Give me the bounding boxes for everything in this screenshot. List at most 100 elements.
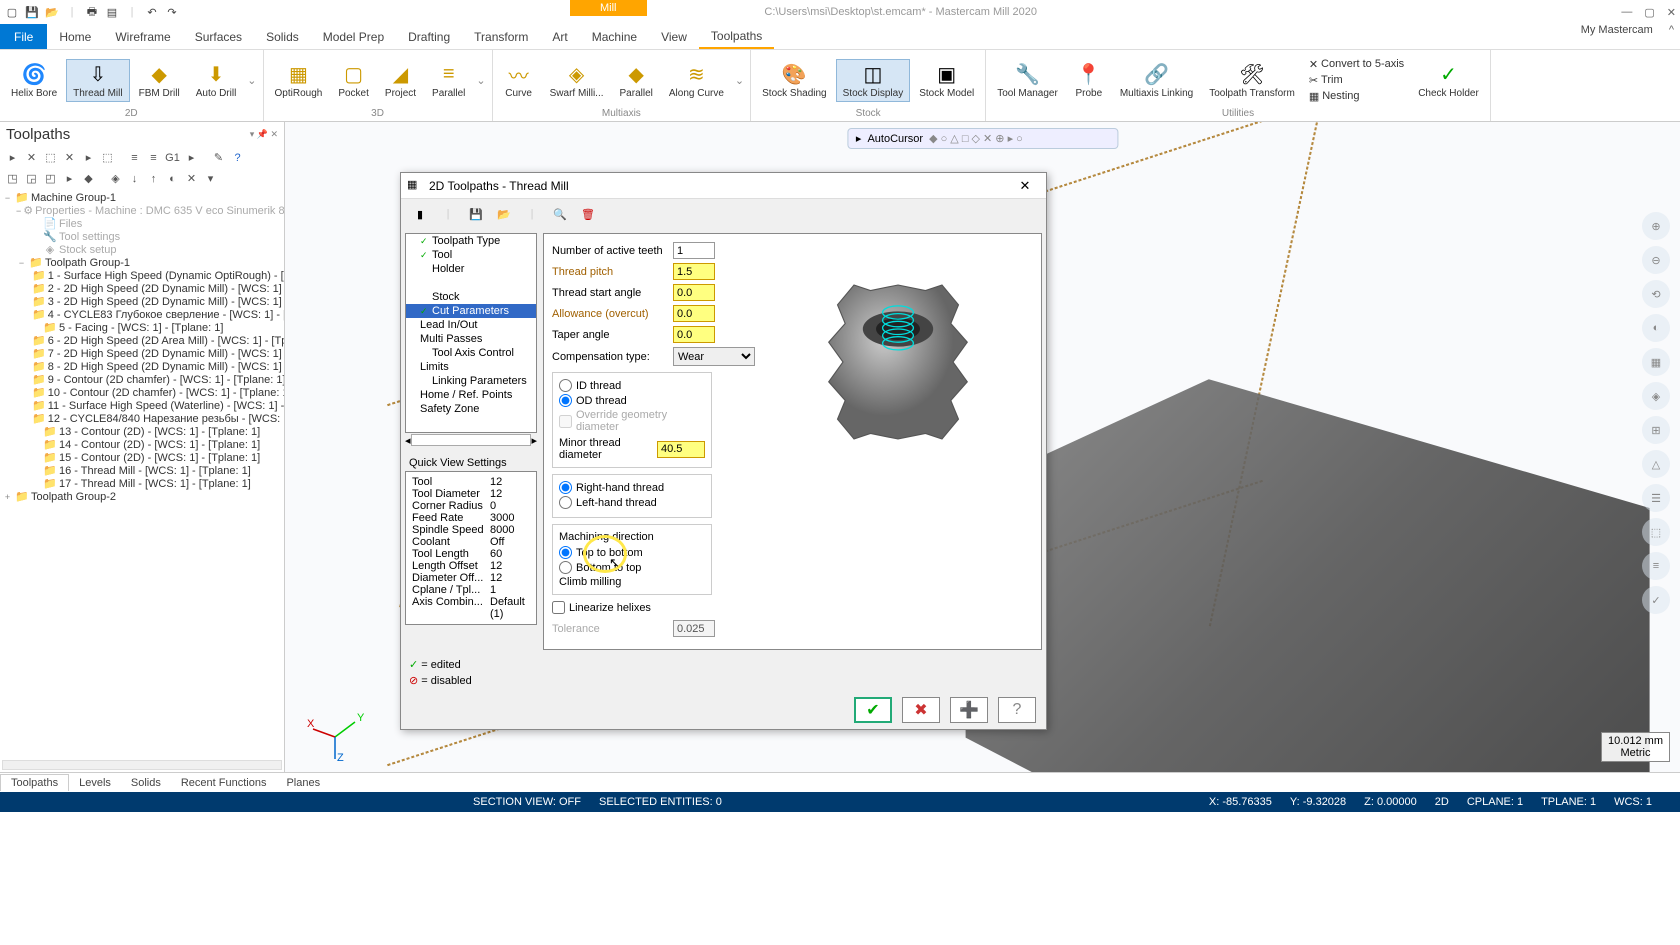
- rbtn-parallel-mx[interactable]: ◆Parallel: [613, 59, 660, 102]
- tree-row[interactable]: ◈Stock setup: [2, 243, 282, 256]
- status-tplane[interactable]: TPLANE: 1: [1541, 796, 1596, 808]
- dlg-tree-item[interactable]: ✓Tool: [406, 248, 536, 262]
- dialog-add-button[interactable]: ➕: [950, 697, 988, 723]
- rbtn-parallel-3d[interactable]: ≡Parallel: [425, 59, 472, 102]
- rbtn-along-curve[interactable]: ≋Along Curve: [662, 59, 731, 102]
- tree-row[interactable]: 📁5 - Facing - [WCS: 1] - [Tplane: 1]: [2, 321, 282, 334]
- btab-planes[interactable]: Planes: [276, 775, 330, 791]
- tab-wireframe[interactable]: Wireframe: [103, 24, 182, 49]
- btab-solids[interactable]: Solids: [121, 775, 171, 791]
- rbtn-check-holder[interactable]: ✓Check Holder: [1411, 59, 1486, 102]
- btab-levels[interactable]: Levels: [69, 775, 121, 791]
- dlg-tree-item[interactable]: Lead In/Out: [406, 318, 536, 332]
- rbtn-auto-drill[interactable]: ⬇Auto Drill: [189, 59, 244, 102]
- dlg-tree-item[interactable]: Planes: [406, 430, 536, 433]
- dlg-tree-item[interactable]: Home / Ref. Points: [406, 388, 536, 402]
- tree-row[interactable]: 📁6 - 2D High Speed (2D Area Mill) - [WCS…: [2, 334, 282, 347]
- dlg-tree-item[interactable]: ✓Cut Parameters: [406, 304, 536, 318]
- tab-modelprep[interactable]: Model Prep: [311, 24, 396, 49]
- dlg-tree-item[interactable]: Stock: [406, 290, 536, 304]
- dialog-cancel-button[interactable]: ✖: [902, 697, 940, 723]
- dtb-save-icon[interactable]: 💾: [465, 203, 487, 225]
- maximize-icon[interactable]: ▢: [1644, 6, 1654, 19]
- tree-row[interactable]: 🔧Tool settings: [2, 230, 282, 243]
- ribbon-help-icon[interactable]: ^: [1663, 24, 1680, 49]
- tree-row[interactable]: 📁10 - Contour (2D chamfer) - [WCS: 1] - …: [2, 386, 282, 399]
- tree-row[interactable]: 📁4 - CYCLE83 Глубокое сверление - [WCS: …: [2, 308, 282, 321]
- tree-row[interactable]: 📁15 - Contour (2D) - [WCS: 1] - [Tplane:…: [2, 451, 282, 464]
- input-minor-diameter[interactable]: [657, 441, 705, 458]
- tab-art[interactable]: Art: [540, 24, 579, 49]
- save-icon[interactable]: 💾: [24, 4, 40, 20]
- tree-hscroll[interactable]: [2, 760, 282, 770]
- rbtn-fbm-drill[interactable]: ◆FBM Drill: [132, 59, 187, 102]
- rbtn-tool-manager[interactable]: 🔧Tool Manager: [990, 59, 1065, 102]
- my-mastercam[interactable]: My Mastercam: [1571, 24, 1663, 49]
- input-taper[interactable]: [673, 326, 715, 343]
- toolpaths-tree[interactable]: −📁Machine Group-1−⚙Properties - Machine …: [0, 189, 284, 758]
- rbtn-pocket[interactable]: ▢Pocket: [331, 59, 376, 102]
- rbtn-optirough[interactable]: ▦OptiRough: [268, 59, 330, 102]
- radio-right-hand[interactable]: [559, 481, 572, 494]
- dtb-zoom-icon[interactable]: 🔍: [549, 203, 571, 225]
- rbtn-stock-display[interactable]: ◫Stock Display: [836, 59, 911, 102]
- input-pitch[interactable]: [673, 263, 715, 280]
- rbtn-multiaxis-linking[interactable]: 🔗Multiaxis Linking: [1113, 59, 1200, 102]
- rbtn-nesting[interactable]: ▦Nesting: [1306, 89, 1407, 104]
- rbtn-curve[interactable]: 〰Curve: [497, 59, 541, 102]
- rbtn-trim[interactable]: ✂Trim: [1306, 73, 1407, 88]
- dlg-tree-item[interactable]: Linking Parameters: [406, 374, 536, 388]
- input-teeth[interactable]: [673, 242, 715, 259]
- dialog-help-button[interactable]: ?: [998, 697, 1036, 723]
- dlg-tree-item[interactable]: Multi Passes: [406, 332, 536, 346]
- radio-bottom-to-top[interactable]: [559, 561, 572, 574]
- tree-row[interactable]: −📁Machine Group-1: [2, 191, 282, 204]
- tree-row[interactable]: 📁14 - Contour (2D) - [WCS: 1] - [Tplane:…: [2, 438, 282, 451]
- tree-row[interactable]: 📁1 - Surface High Speed (Dynamic OptiRou…: [2, 269, 282, 282]
- status-cplane[interactable]: CPLANE: 1: [1467, 796, 1523, 808]
- dialog-param-tree[interactable]: ✓Toolpath Type✓ToolHolder Stock✓Cut Para…: [405, 233, 537, 433]
- tree-row[interactable]: 📁16 - Thread Mill - [WCS: 1] - [Tplane: …: [2, 464, 282, 477]
- prop-icon[interactable]: ▤: [104, 4, 120, 20]
- rbtn-convert-5axis[interactable]: ✕Convert to 5-axis: [1306, 57, 1407, 72]
- tree-row[interactable]: 📁13 - Contour (2D) - [WCS: 1] - [Tplane:…: [2, 425, 282, 438]
- tab-drafting[interactable]: Drafting: [396, 24, 462, 49]
- tab-surfaces[interactable]: Surfaces: [183, 24, 254, 49]
- dtb-del-icon[interactable]: 🗑: [577, 203, 599, 225]
- rbtn-swarf[interactable]: ◈Swarf Milli...: [543, 59, 611, 102]
- dtb-run-icon[interactable]: ▮: [409, 203, 431, 225]
- dialog-ok-button[interactable]: ✔: [854, 697, 892, 723]
- rbtn-probe[interactable]: 📍Probe: [1067, 59, 1111, 102]
- rbtn-thread-mill[interactable]: ⇩Thread Mill: [66, 59, 129, 102]
- tree-row[interactable]: −⚙Properties - Machine : DMC 635 V eco S…: [2, 204, 282, 217]
- dlg-tree-item[interactable]: ✓Toolpath Type: [406, 234, 536, 248]
- tab-machine[interactable]: Machine: [580, 24, 649, 49]
- context-tab[interactable]: Mill: [570, 0, 647, 16]
- btab-toolpaths[interactable]: Toolpaths: [0, 774, 69, 791]
- close-icon[interactable]: ✕: [1667, 6, 1676, 19]
- dlg-tree-item[interactable]: Tool Axis Control: [406, 346, 536, 360]
- dialog-close-icon[interactable]: ✕: [1010, 178, 1040, 194]
- tree-row[interactable]: 📁11 - Surface High Speed (Waterline) - […: [2, 399, 282, 412]
- file-tab[interactable]: File: [0, 24, 47, 49]
- tree-row[interactable]: +📁Toolpath Group-2: [2, 490, 282, 503]
- print-icon[interactable]: 🖶: [84, 4, 100, 20]
- dlg-tree-item[interactable]: Limits: [406, 360, 536, 374]
- undo-icon[interactable]: ↶: [144, 4, 160, 20]
- tree-row[interactable]: 📁8 - 2D High Speed (2D Dynamic Mill) - […: [2, 360, 282, 373]
- rbtn-helix-bore[interactable]: 🌀Helix Bore: [4, 59, 64, 102]
- rbtn-stock-model[interactable]: ▣Stock Model: [912, 59, 981, 102]
- input-allowance[interactable]: [673, 305, 715, 322]
- tab-transform[interactable]: Transform: [462, 24, 540, 49]
- open-icon[interactable]: 📂: [44, 4, 60, 20]
- input-start-angle[interactable]: [673, 284, 715, 301]
- radio-left-hand[interactable]: [559, 496, 572, 509]
- tree-row[interactable]: −📁Toolpath Group-1: [2, 256, 282, 269]
- tree-row[interactable]: 📄Files: [2, 217, 282, 230]
- tab-view[interactable]: View: [649, 24, 699, 49]
- status-2d[interactable]: 2D: [1435, 796, 1449, 808]
- status-section[interactable]: SECTION VIEW: OFF: [473, 796, 581, 808]
- rbtn-stock-shading[interactable]: 🎨Stock Shading: [755, 59, 834, 102]
- check-linearize[interactable]: [552, 601, 565, 614]
- btab-recent[interactable]: Recent Functions: [171, 775, 277, 791]
